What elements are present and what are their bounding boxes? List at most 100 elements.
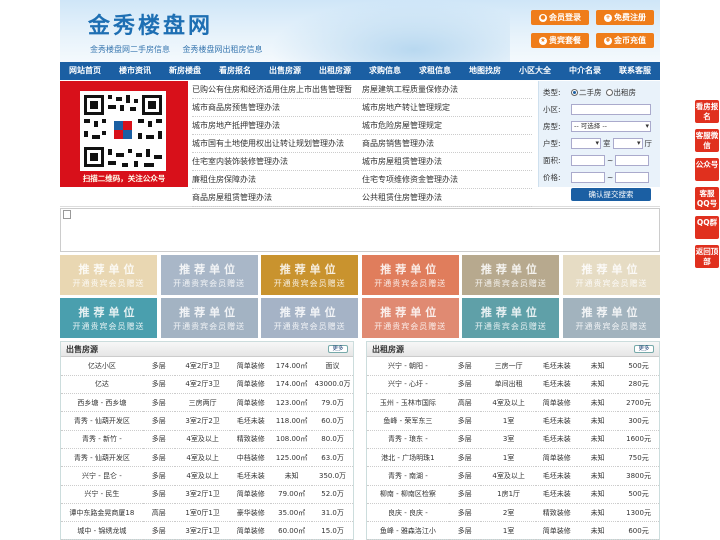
policy-link[interactable]: 城市房地产转让管理规定 bbox=[362, 99, 532, 116]
table-row[interactable]: 青秀 - 仙葫开发区 多层 3室2厅2卫 毛坯未装 118.00㎡ 60.0万 bbox=[61, 411, 353, 431]
site-logo[interactable]: 金秀楼盘网 bbox=[88, 8, 213, 40]
policy-link[interactable]: 商品房销售管理办法 bbox=[362, 135, 532, 152]
type-radio-sale[interactable] bbox=[571, 89, 578, 96]
listing-location-link[interactable]: 青秀 - 新竹 - bbox=[61, 430, 143, 449]
banner-image[interactable] bbox=[60, 208, 660, 252]
table-row[interactable]: 良庆 - 良庆 - 多层 2室 精致装修 未知 1300元 bbox=[367, 503, 659, 523]
listing-location-link[interactable]: 青秀 - 仙葫开发区 bbox=[61, 411, 143, 431]
table-cell: 3室2厅1卫 bbox=[174, 521, 231, 540]
table-row[interactable]: 亿达小区 多层 4室2厅3卫 简单装修 174.00㎡ 面议 bbox=[61, 357, 353, 376]
listing-location-link[interactable]: 兴宁 - 朝阳 - bbox=[367, 357, 449, 376]
area-max-input[interactable] bbox=[615, 155, 650, 166]
sale-more-button[interactable]: 更多 bbox=[328, 345, 348, 353]
table-row[interactable]: 鱼峰 - 雅森洛江小 多层 1室 简单装修 未知 600元 bbox=[367, 521, 659, 540]
link-row: 城市房地产抵押管理办法 城市危险房屋管理规定 bbox=[192, 117, 532, 135]
member-login-button[interactable]: ● 会员登录 bbox=[531, 10, 589, 25]
table-row[interactable]: 城中 - 锦绣龙城 多层 3室2厅1卫 简单装修 60.00㎡ 15.0万 bbox=[61, 521, 353, 540]
policy-link[interactable]: 城市商品房预售管理办法 bbox=[192, 99, 362, 116]
room-count-select[interactable] bbox=[571, 138, 601, 149]
listing-location-link[interactable]: 鱼峰 - 雅森洛江小 bbox=[367, 521, 449, 540]
subtitle-rent-link[interactable]: 金秀楼盘网出租房信息 bbox=[183, 45, 263, 54]
policy-link[interactable]: 公共租赁住房管理办法 bbox=[362, 189, 532, 206]
listing-location-link[interactable]: 城中 - 锦绣龙城 bbox=[61, 521, 143, 540]
table-cell: 35.00㎡ bbox=[271, 503, 313, 523]
side-viewing-signup[interactable]: 看房报名 bbox=[695, 100, 719, 123]
table-row[interactable]: 亿达 多层 4室2厅3卫 简单装修 174.00㎡ 43000.0万 bbox=[61, 375, 353, 395]
recommend-ad-tile[interactable]: 推荐单位 开通贵宾会员赠送 bbox=[261, 255, 359, 295]
listing-location-link[interactable]: 港北 - 广场明珠1 bbox=[367, 448, 449, 468]
listing-location-link[interactable]: 亿达小区 bbox=[61, 357, 143, 376]
table-row[interactable]: 兴宁 - 心圩 - 多层 单间出租 毛坯未装 未知 280元 bbox=[367, 375, 659, 395]
table-row[interactable]: 青秀 - 琅东 - 多层 3室 毛坯未装 未知 1600元 bbox=[367, 430, 659, 449]
table-row[interactable]: 西乡塘 - 西乡塘 多层 三房两厅 简单装修 123.00㎡ 79.0万 bbox=[61, 393, 353, 413]
table-row[interactable]: 兴宁 - 昆仑 - 多层 4室及以上 毛坯未装 未知 350.0万 bbox=[61, 466, 353, 486]
table-row[interactable]: 兴宁 - 民生 多层 3室2厅1卫 简单装修 79.00㎡ 52.0万 bbox=[61, 485, 353, 504]
recommend-ad-tile[interactable]: 推荐单位 开通贵宾会员赠送 bbox=[160, 255, 258, 295]
table-row[interactable]: 港北 - 广场明珠1 多层 1室 简单装修 未知 750元 bbox=[367, 448, 659, 468]
policy-link[interactable]: 城市危险房屋管理规定 bbox=[362, 117, 532, 134]
vip-package-button[interactable]: ★ 贵宾套餐 bbox=[531, 33, 589, 48]
free-register-button[interactable]: + 免费注册 bbox=[596, 10, 654, 25]
listing-location-link[interactable]: 青秀 - 南湖 - bbox=[367, 466, 449, 486]
listing-location-link[interactable]: 鱼峰 - 荣军东三 bbox=[367, 411, 449, 431]
listing-location-link[interactable]: 兴宁 - 心圩 - bbox=[367, 375, 449, 395]
table-row[interactable]: 谭中东路金晃商厦18 高层 1室0厅1卫 豪华装修 35.00㎡ 31.0万 bbox=[61, 503, 353, 523]
price-min-input[interactable] bbox=[571, 172, 605, 183]
subtitle-sale-link[interactable]: 金秀楼盘网二手房信息 bbox=[90, 45, 170, 54]
listing-location-link[interactable]: 亿达 bbox=[61, 375, 143, 395]
listing-location-link[interactable]: 兴宁 - 昆仑 - bbox=[61, 466, 143, 486]
recommend-ad-tile[interactable]: 推荐单位 开通贵宾会员赠送 bbox=[60, 298, 157, 338]
side-qq-group[interactable]: QQ群 bbox=[695, 216, 719, 239]
policy-link[interactable]: 城市房地产抵押管理办法 bbox=[192, 117, 362, 134]
rent-more-button[interactable]: 更多 bbox=[634, 345, 654, 353]
recommend-ad-tile[interactable]: 推荐单位 开通贵宾会员赠送 bbox=[361, 298, 459, 338]
side-back-to-top[interactable]: 返回顶部 bbox=[695, 245, 719, 268]
listing-location-link[interactable]: 柳南 - 柳南区检察 bbox=[367, 485, 449, 504]
policy-link[interactable]: 廉租住房保障办法 bbox=[192, 171, 362, 188]
coin-recharge-button[interactable]: ¥ 金币充值 bbox=[596, 33, 654, 48]
recommend-ad-tile[interactable]: 推荐单位 开通贵宾会员赠送 bbox=[462, 255, 560, 295]
policy-link[interactable]: 住宅室内装饰装修管理办法 bbox=[192, 153, 362, 170]
listing-location-link[interactable]: 西乡塘 - 西乡塘 bbox=[61, 393, 143, 413]
hall-count-select[interactable] bbox=[612, 138, 643, 149]
side-service-qq[interactable]: 客服QQ号 bbox=[695, 187, 719, 210]
table-cell: 精致装修 bbox=[230, 430, 272, 449]
link-row: 城市商品房预售管理办法 城市房地产转让管理规定 bbox=[192, 99, 532, 117]
table-row[interactable]: 青秀 - 新竹 - 多层 4室及以上 精致装修 108.00㎡ 80.0万 bbox=[61, 430, 353, 449]
listing-location-link[interactable]: 良庆 - 良庆 - bbox=[367, 503, 449, 523]
price-max-input[interactable] bbox=[615, 172, 650, 183]
search-submit-button[interactable]: 确认提交搜索 bbox=[571, 188, 651, 201]
side-official-account[interactable]: 公众号 bbox=[695, 158, 719, 181]
recommend-ad-tile[interactable]: 推荐单位 开通贵宾会员赠送 bbox=[60, 255, 157, 295]
table-row[interactable]: 兴宁 - 朝阳 - 多层 三房一厅 毛坯未装 未知 500元 bbox=[367, 357, 659, 376]
listing-location-link[interactable]: 谭中东路金晃商厦18 bbox=[61, 503, 143, 523]
recommend-ad-tile[interactable]: 推荐单位 开通贵宾会员赠送 bbox=[261, 298, 359, 338]
policy-link[interactable]: 住宅专项维修资金管理办法 bbox=[362, 171, 532, 188]
table-row[interactable]: 柳南 - 柳南区检察 多层 1房1厅 毛坯未装 未知 500元 bbox=[367, 485, 659, 504]
policy-link[interactable]: 已购公有住房和经济适用住房上市出售管理暂 bbox=[192, 81, 362, 98]
table-cell: 多层 bbox=[142, 393, 175, 413]
recommend-ad-tile[interactable]: 推荐单位 开通贵宾会员赠送 bbox=[160, 298, 258, 338]
table-row[interactable]: 青秀 - 仙葫开发区 多层 4室及以上 中档装修 125.00㎡ 63.0万 bbox=[61, 448, 353, 468]
room-select[interactable]: -- 可选择 -- bbox=[571, 121, 651, 132]
area-min-input[interactable] bbox=[571, 155, 605, 166]
ad-title: 推荐单位 bbox=[179, 306, 240, 319]
listing-location-link[interactable]: 青秀 - 琅东 - bbox=[367, 430, 449, 449]
listing-location-link[interactable]: 玉州 - 玉林市国际 bbox=[367, 393, 449, 413]
table-row[interactable]: 玉州 - 玉林市国际 高层 4室及以上 简单装修 未知 2700元 bbox=[367, 393, 659, 413]
policy-link[interactable]: 房屋建筑工程质量保修办法 bbox=[362, 81, 532, 98]
listing-location-link[interactable]: 青秀 - 仙葫开发区 bbox=[61, 448, 143, 468]
listing-location-link[interactable]: 兴宁 - 民生 bbox=[61, 485, 143, 504]
community-input[interactable] bbox=[571, 104, 651, 115]
policy-link[interactable]: 城市国有土地使用权出让转让规划管理办法 bbox=[192, 135, 362, 152]
recommend-ad-tile[interactable]: 推荐单位 开通贵宾会员赠送 bbox=[361, 255, 459, 295]
table-row[interactable]: 青秀 - 南湖 - 多层 4室及以上 毛坯未装 未知 3800元 bbox=[367, 466, 659, 486]
policy-link[interactable]: 商品房屋租赁管理办法 bbox=[192, 189, 362, 206]
type-radio-rent[interactable] bbox=[605, 89, 613, 96]
table-row[interactable]: 鱼峰 - 荣军东三 多层 1室 毛坯未装 未知 300元 bbox=[367, 411, 659, 431]
recommend-ad-tile[interactable]: 推荐单位 开通贵宾会员赠送 bbox=[562, 255, 660, 295]
recommend-ad-tile[interactable]: 推荐单位 开通贵宾会员赠送 bbox=[562, 298, 660, 338]
policy-link[interactable]: 城市房屋租赁管理办法 bbox=[362, 153, 532, 170]
side-service-wechat[interactable]: 客服微信 bbox=[695, 129, 719, 152]
recommend-ad-tile[interactable]: 推荐单位 开通贵宾会员赠送 bbox=[462, 298, 560, 338]
